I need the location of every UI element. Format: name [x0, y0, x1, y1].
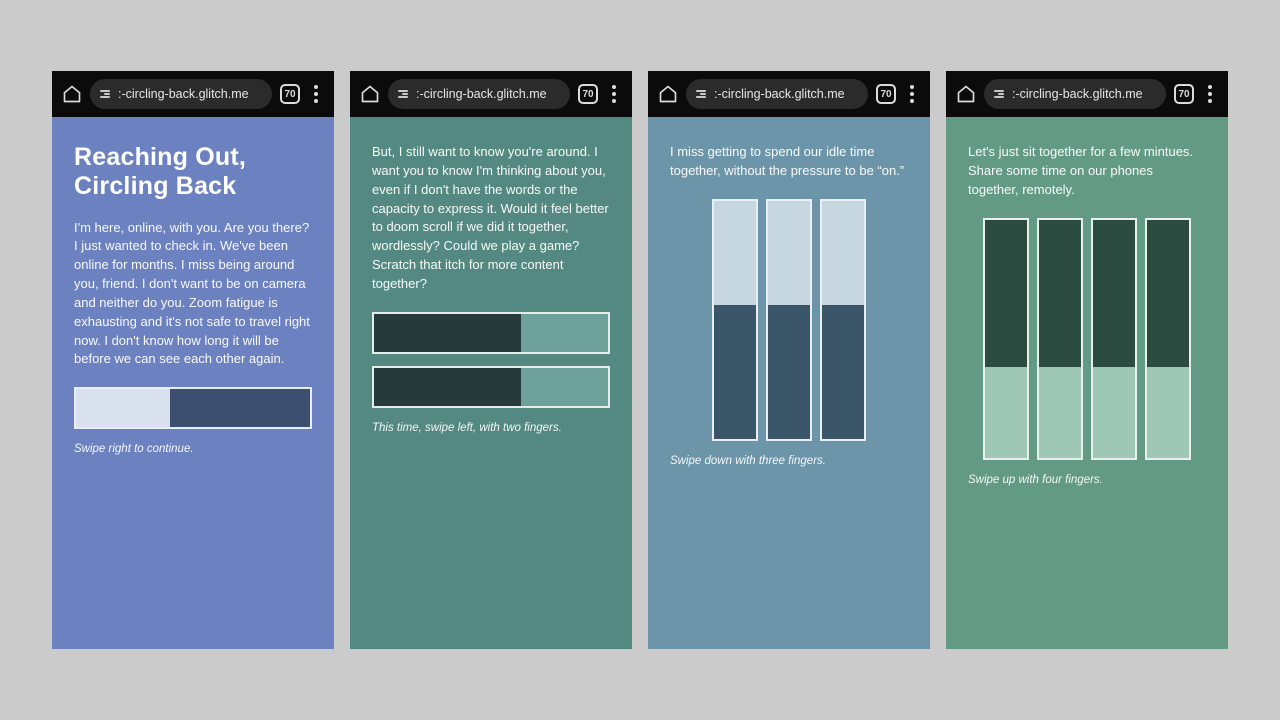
bar-cluster[interactable] [670, 199, 908, 441]
phone-screen: :-circling-back.glitch.me 70 Reaching Out,… [52, 71, 334, 649]
progress-segment [521, 314, 608, 352]
bar-segment [768, 305, 810, 438]
browser-chrome: :-circling-back.glitch.me 70 [946, 71, 1228, 117]
bar-segment [768, 201, 810, 306]
url-bar[interactable]: :-circling-back.glitch.me [686, 79, 868, 109]
progress-bar[interactable] [372, 366, 610, 408]
vertical-bar [820, 199, 866, 441]
browser-chrome: :-circling-back.glitch.me 70 [648, 71, 930, 117]
tab-count-button[interactable]: 70 [578, 84, 598, 104]
site-settings-icon[interactable] [994, 90, 1004, 98]
phone-screen: :-circling-back.glitch.me 70 Let's just si… [946, 71, 1228, 649]
url-bar[interactable]: :-circling-back.glitch.me [90, 79, 272, 109]
phone-screen: :-circling-back.glitch.me 70 I miss gettin… [648, 71, 930, 649]
tab-count-button[interactable]: 70 [1174, 84, 1194, 104]
vertical-bar [1145, 218, 1191, 460]
body-text: But, I still want to know you're around.… [372, 143, 610, 294]
browser-chrome: :-circling-back.glitch.me 70 [350, 71, 632, 117]
url-bar[interactable]: :-circling-back.glitch.me [984, 79, 1166, 109]
instruction-hint: Swipe down with three fingers. [670, 455, 908, 467]
bar-segment [1093, 367, 1135, 457]
url-text: :-circling-back.glitch.me [1012, 87, 1143, 101]
progress-segment [76, 389, 170, 427]
tab-count-button[interactable]: 70 [876, 84, 896, 104]
progress-bar[interactable] [74, 387, 312, 429]
vertical-bar [766, 199, 812, 441]
progress-segment [374, 314, 521, 352]
instruction-hint: This time, swipe left, with two fingers. [372, 422, 610, 434]
progress-segment [374, 368, 521, 406]
bar-cluster[interactable] [968, 218, 1206, 460]
bar-segment [1093, 220, 1135, 368]
overflow-menu-icon[interactable] [904, 85, 920, 103]
page-content[interactable]: But, I still want to know you're around.… [350, 117, 632, 649]
home-icon[interactable] [956, 84, 976, 104]
body-text: Let's just sit together for a few mintue… [968, 143, 1206, 200]
vertical-bar [1091, 218, 1137, 460]
site-settings-icon[interactable] [398, 90, 408, 98]
tab-count-button[interactable]: 70 [280, 84, 300, 104]
bar-segment [1147, 367, 1189, 457]
url-bar[interactable]: :-circling-back.glitch.me [388, 79, 570, 109]
progress-segment [170, 389, 310, 427]
bar-segment [822, 201, 864, 306]
overflow-menu-icon[interactable] [606, 85, 622, 103]
page-content[interactable]: Let's just sit together for a few mintue… [946, 117, 1228, 649]
page-content[interactable]: Reaching Out, Circling Back I'm here, onl… [52, 117, 334, 649]
site-settings-icon[interactable] [100, 90, 110, 98]
progress-bar[interactable] [372, 312, 610, 354]
instruction-hint: Swipe right to continue. [74, 443, 312, 455]
home-icon[interactable] [360, 84, 380, 104]
bar-segment [985, 220, 1027, 368]
vertical-bar [1037, 218, 1083, 460]
vertical-bar [983, 218, 1029, 460]
home-icon[interactable] [658, 84, 678, 104]
url-text: :-circling-back.glitch.me [118, 87, 249, 101]
body-text: I'm here, online, with you. Are you ther… [74, 219, 312, 370]
phone-screen: :-circling-back.glitch.me 70 But, I still … [350, 71, 632, 649]
home-icon[interactable] [62, 84, 82, 104]
bar-segment [1147, 220, 1189, 368]
overflow-menu-icon[interactable] [1202, 85, 1218, 103]
bar-segment [1039, 220, 1081, 368]
overflow-menu-icon[interactable] [308, 85, 324, 103]
vertical-bar [712, 199, 758, 441]
site-settings-icon[interactable] [696, 90, 706, 98]
bar-segment [1039, 367, 1081, 457]
instruction-hint: Swipe up with four fingers. [968, 474, 1206, 486]
bar-segment [822, 305, 864, 438]
page-title: Reaching Out, Circling Back [74, 143, 312, 201]
url-text: :-circling-back.glitch.me [714, 87, 845, 101]
bar-segment [985, 367, 1027, 457]
page-content[interactable]: I miss getting to spend our idle time to… [648, 117, 930, 649]
phone-screens-row: :-circling-back.glitch.me 70 Reaching Out,… [52, 71, 1228, 649]
bar-segment [714, 201, 756, 306]
progress-segment [521, 368, 608, 406]
browser-chrome: :-circling-back.glitch.me 70 [52, 71, 334, 117]
body-text: I miss getting to spend our idle time to… [670, 143, 908, 181]
url-text: :-circling-back.glitch.me [416, 87, 547, 101]
bar-segment [714, 305, 756, 438]
